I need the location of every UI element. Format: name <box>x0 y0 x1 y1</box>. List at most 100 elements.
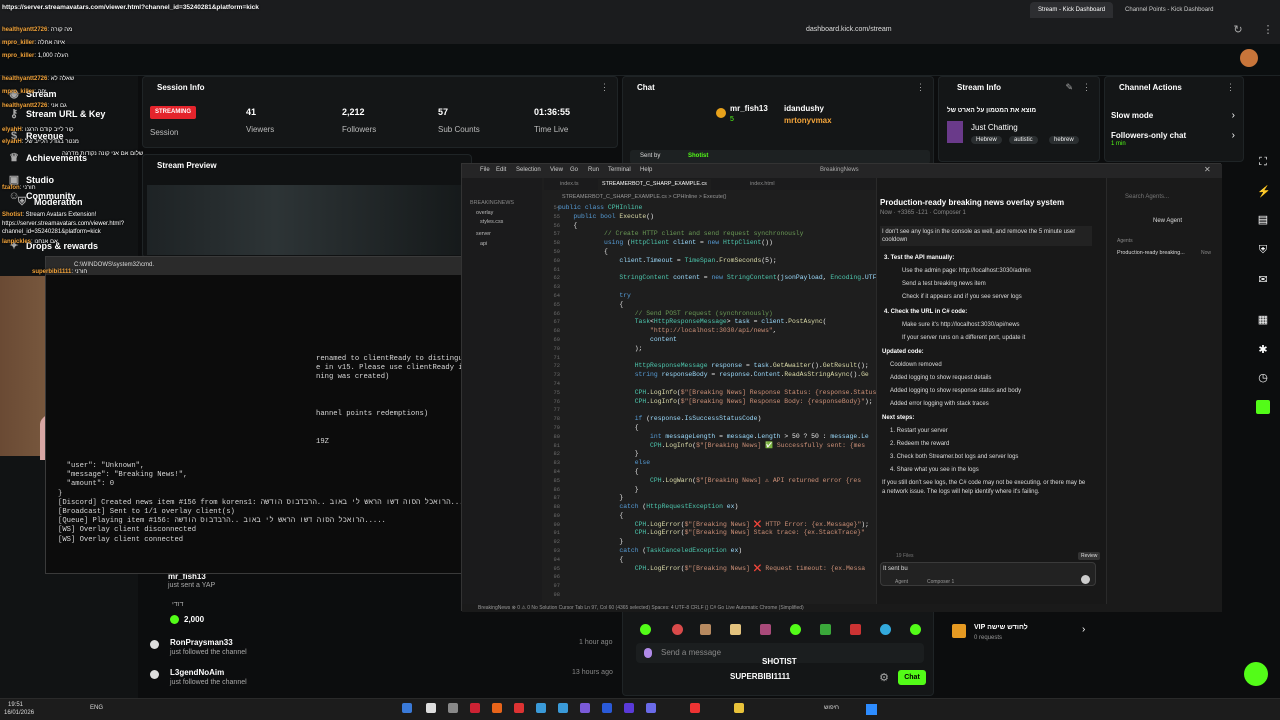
menu-run[interactable]: Run <box>588 167 599 173</box>
chevron-right-icon[interactable]: › <box>1082 624 1085 635</box>
mode-select[interactable]: Agent <box>895 579 908 585</box>
explorer-item[interactable]: BREAKINGNEWS <box>470 200 514 206</box>
emote-icon[interactable] <box>672 624 683 635</box>
tab-stream-dashboard[interactable]: Stream - Kick Dashboard <box>1030 2 1114 18</box>
taskbar-app-icon[interactable] <box>558 703 568 713</box>
new-agent-button[interactable]: New Agent <box>1153 218 1182 224</box>
chat-icon[interactable]: ✉ <box>1257 274 1269 286</box>
refresh-icon[interactable]: ↻ <box>1232 24 1244 36</box>
send-icon[interactable] <box>1081 575 1090 584</box>
editor-tab[interactable]: index.html <box>750 181 775 187</box>
menu-edit[interactable]: Edit <box>496 167 506 173</box>
emote-icon[interactable] <box>910 624 921 635</box>
chevron-right-icon[interactable]: › <box>1232 110 1235 121</box>
agent-text: 4. Check the URL in C# code: <box>884 309 968 315</box>
shield-icon[interactable]: ⛨ <box>1257 244 1269 256</box>
explorer-item[interactable]: server <box>476 231 491 237</box>
close-icon[interactable]: ✕ <box>1204 165 1211 174</box>
event-user[interactable]: L3gendNoAim <box>170 668 224 677</box>
overlay-chat-user: superbibi1111 <box>32 269 72 275</box>
agent-text: Added error logging with stack traces <box>890 401 989 407</box>
taskbar-app-icon[interactable] <box>646 703 656 713</box>
taskbar-app-icon[interactable] <box>536 703 546 713</box>
emote-icon[interactable] <box>730 624 741 635</box>
language-indicator[interactable]: ENG <box>90 705 103 711</box>
review-button[interactable]: Review <box>1078 552 1101 560</box>
menu-file[interactable]: File <box>480 167 490 173</box>
taskbar-app-icon[interactable] <box>492 703 502 713</box>
tag[interactable]: hebrew <box>1049 136 1079 144</box>
explorer-item[interactable]: api <box>480 241 487 247</box>
chat-user-3[interactable]: mrtonyvmax <box>784 116 832 125</box>
more-icon[interactable]: ⋮ <box>600 82 609 93</box>
slow-mode-label[interactable]: Slow mode <box>1111 111 1153 120</box>
menu-selection[interactable]: Selection <box>516 167 541 173</box>
overlay-chat-msg: : מה קורה <box>47 27 73 33</box>
tab-channel-points[interactable]: Channel Points - Kick Dashboard <box>1117 2 1221 18</box>
taskbar-search[interactable]: חיפוש <box>824 705 839 711</box>
taskbar-app-icon[interactable] <box>426 703 436 713</box>
menu-view[interactable]: View <box>550 167 563 173</box>
clipboard-icon[interactable]: ▤ <box>1257 214 1269 226</box>
chevron-right-icon[interactable]: › <box>1232 130 1235 141</box>
taskbar-app-icon[interactable] <box>514 703 524 713</box>
taskbar-app-icon[interactable] <box>470 703 480 713</box>
taskbar-app-icon[interactable] <box>734 703 744 713</box>
category-name[interactable]: Just Chatting <box>971 123 1018 132</box>
editor-tab-active[interactable]: STREAMERBOT_C_SHARP_EXAMPLE.cs <box>598 179 711 190</box>
menu-icon[interactable]: ⋮ <box>1262 24 1274 36</box>
emote-icon[interactable] <box>700 624 711 635</box>
emote-icon[interactable] <box>820 624 831 635</box>
wrench-icon[interactable]: ✱ <box>1257 344 1269 356</box>
more-icon[interactable]: ⋮ <box>1226 82 1235 93</box>
grid-icon[interactable]: ▦ <box>1257 314 1269 326</box>
emote-icon[interactable] <box>760 624 771 635</box>
agent-list-item[interactable]: Production-ready breaking... <box>1117 250 1185 256</box>
expand-icon[interactable]: ⛶ <box>1257 156 1269 168</box>
clock-icon[interactable]: ◷ <box>1257 372 1269 384</box>
taskbar-app-icon[interactable] <box>448 703 458 713</box>
vip-reward[interactable]: VIP לחודש שישה 0 requests › <box>946 620 1096 646</box>
tag[interactable]: autistic <box>1009 136 1038 144</box>
model-select[interactable]: Composer 1 <box>927 579 954 585</box>
more-icon[interactable]: ⋮ <box>916 82 925 93</box>
editor-tab[interactable]: index.ts <box>560 181 579 187</box>
chat-bubble-icon[interactable] <box>1244 662 1268 686</box>
avatar[interactable] <box>1240 49 1258 67</box>
menu-go[interactable]: Go <box>570 167 578 173</box>
tag[interactable]: Hebrew <box>971 136 1002 144</box>
followers-only-label[interactable]: Followers-only chat <box>1111 131 1186 140</box>
emote-icon[interactable] <box>790 624 801 635</box>
search-agents[interactable]: Search Agents... <box>1125 194 1169 200</box>
menu-help[interactable]: Help <box>640 167 652 173</box>
files-changed[interactable]: 19 Files <box>896 553 914 559</box>
taskbar-app-icon[interactable] <box>580 703 590 713</box>
taskbar-app-icon[interactable] <box>602 703 612 713</box>
emote-icon[interactable] <box>850 624 861 635</box>
sent-by-user[interactable]: Shotist <box>688 153 708 159</box>
command-search[interactable]: BreakingNews <box>820 167 859 173</box>
address-bar[interactable]: dashboard.kick.com/stream <box>660 22 1020 38</box>
taskbar-app-icon[interactable] <box>690 703 700 713</box>
kick-icon[interactable] <box>1256 400 1270 414</box>
chat-user-2[interactable]: idandushy <box>784 104 824 113</box>
chat-top-user[interactable]: mr_fish13 <box>730 104 768 113</box>
chat-send-button[interactable]: Chat <box>898 670 926 685</box>
event-user[interactable]: RonPraysman33 <box>170 638 233 647</box>
more-icon[interactable]: ⋮ <box>1082 82 1091 93</box>
edit-icon[interactable]: ✎ <box>1065 82 1073 93</box>
overlay-chat-user: fzafon <box>2 185 20 191</box>
taskbar-app-icon[interactable] <box>624 703 634 713</box>
windows-start-icon[interactable] <box>866 704 877 715</box>
menu-terminal[interactable]: Terminal <box>608 167 631 173</box>
bolt-icon[interactable]: ⚡ <box>1257 186 1271 198</box>
taskbar-app-icon[interactable] <box>402 703 412 713</box>
agent-text: 4. Share what you see in the logs <box>890 467 979 473</box>
explorer-item[interactable]: overlay <box>476 210 493 216</box>
explorer-item[interactable]: styles.css <box>480 219 503 225</box>
emote-icon[interactable] <box>880 624 891 635</box>
emote-icon[interactable] <box>640 624 651 635</box>
code-editor[interactable]: public class CPHInline public bool Execu… <box>558 204 876 599</box>
agent-input[interactable]: It sent bu Agent Composer 1 <box>880 562 1096 586</box>
gear-icon[interactable]: ⚙ <box>878 672 890 684</box>
